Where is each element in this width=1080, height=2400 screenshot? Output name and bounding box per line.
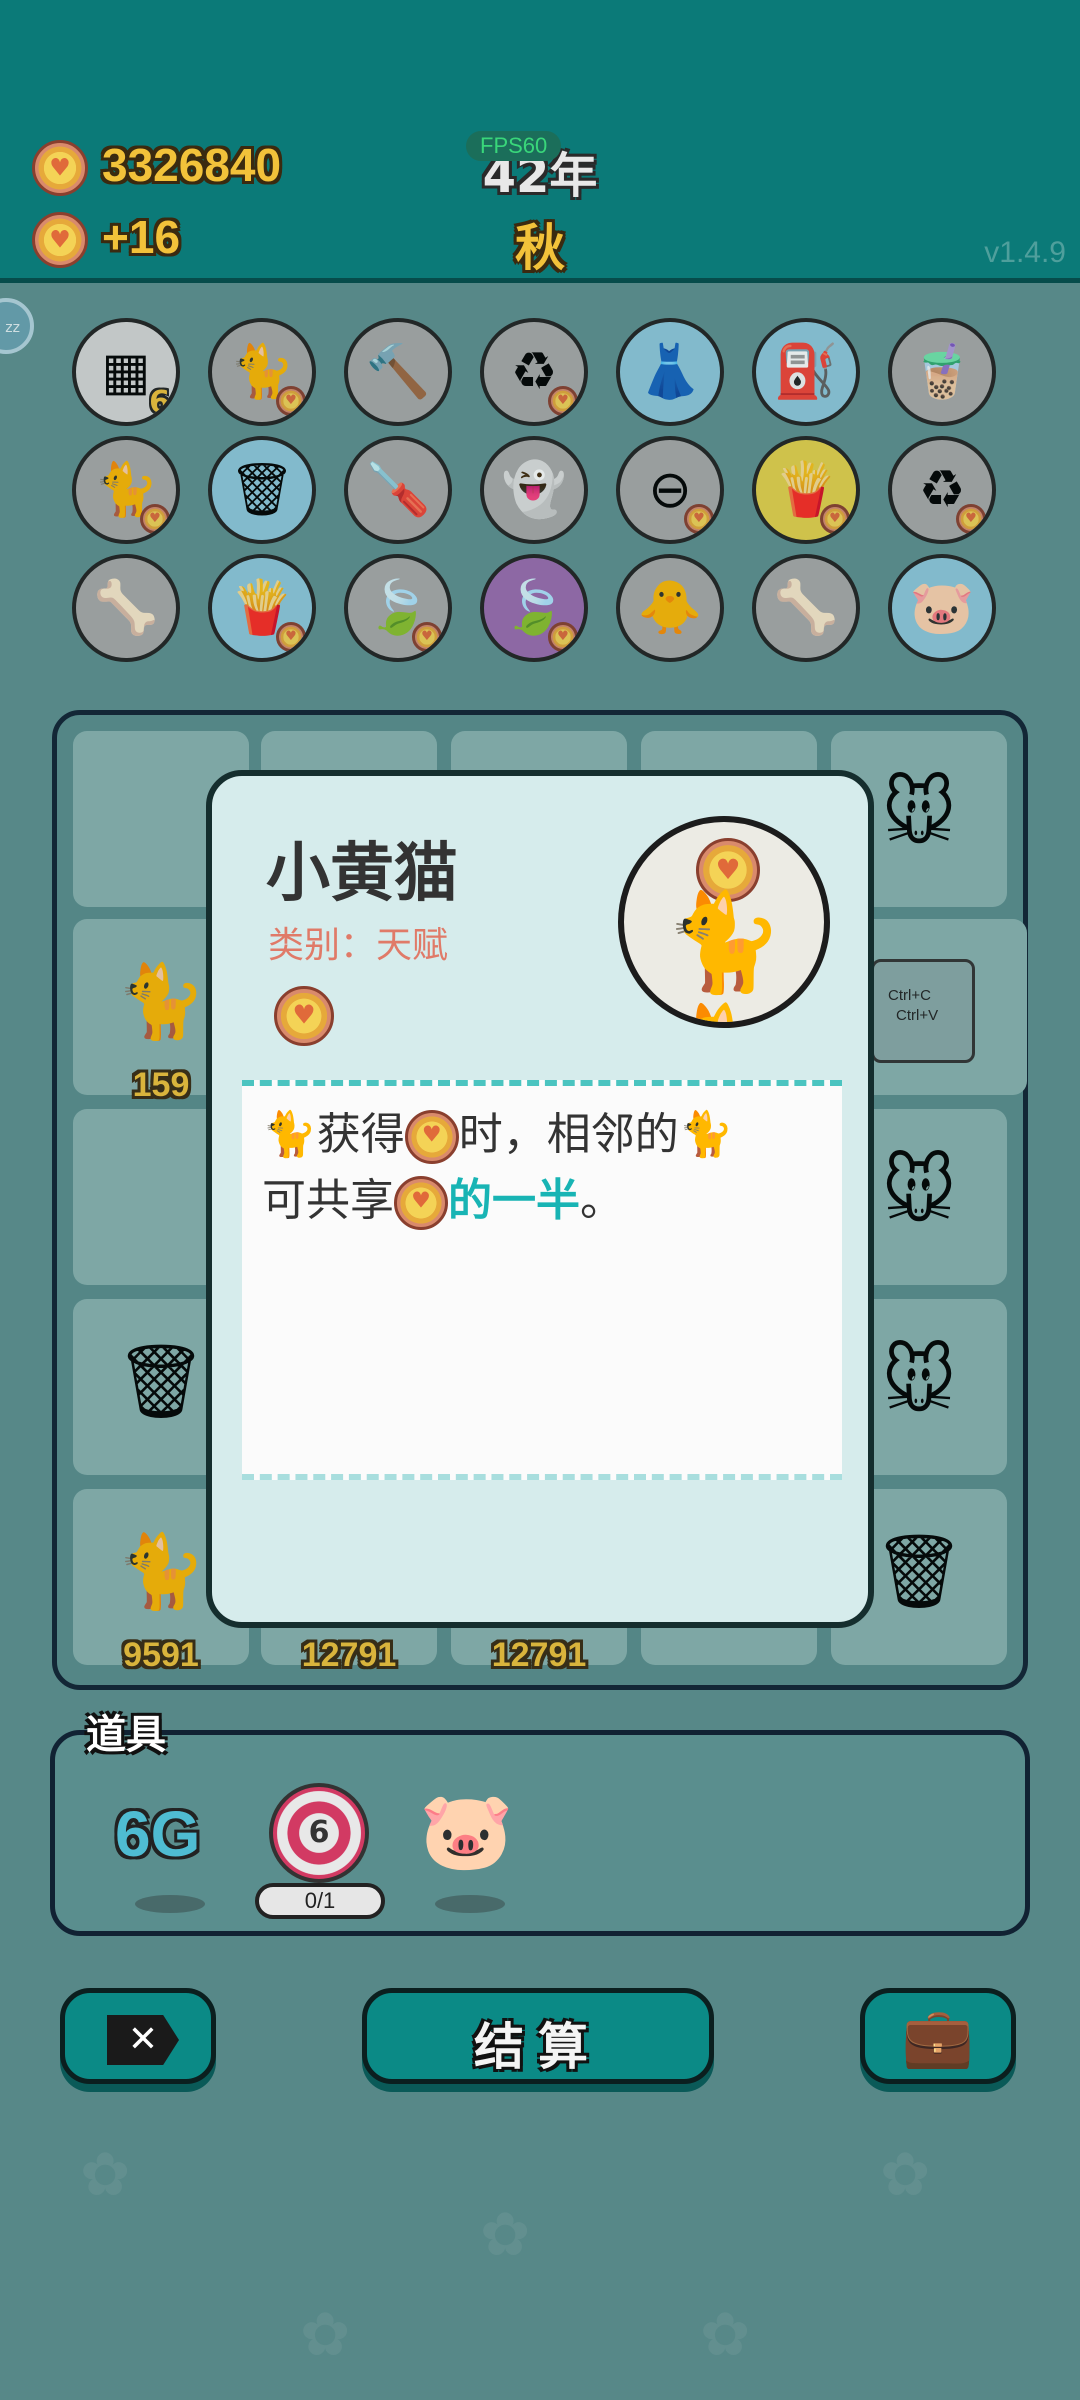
- target-uses: 0/1: [255, 1883, 385, 1919]
- piggy-bank-tool[interactable]: 🐷: [419, 1793, 514, 1869]
- close-icon: ✕: [107, 2015, 179, 2065]
- tool-shadow: [135, 1895, 205, 1913]
- item-category: 类别：天赋: [268, 925, 449, 966]
- briefcase-icon: 💼: [901, 2003, 975, 2071]
- settle-button[interactable]: 结算: [362, 1988, 714, 2084]
- coin-icon: [274, 986, 334, 1046]
- desc-text: 获得: [316, 1109, 405, 1160]
- desc-text: 。: [580, 1175, 624, 1226]
- money-income: +16: [102, 211, 181, 263]
- item-title: 小黄猫: [266, 837, 458, 911]
- coin-icon: [404, 1110, 459, 1164]
- yellow-cat-icon: 🐈: [678, 1109, 734, 1160]
- coin-icon: [32, 212, 88, 268]
- tools-panel: 6G 6 0/1 🐷: [50, 1730, 1030, 1936]
- exit-button[interactable]: ✕: [60, 1988, 216, 2084]
- desc-highlight: 的一半: [448, 1175, 580, 1226]
- season-label: 秋: [515, 219, 565, 277]
- target-value: 6: [308, 1814, 330, 1850]
- desc-text: 时，相邻的: [458, 1109, 679, 1160]
- top-status-bar: 3326840 +16 42年 FPS60 秋 v1.4.9: [0, 0, 1080, 283]
- tool-6g[interactable]: 6G: [115, 1797, 200, 1871]
- yellow-cat-icon: 🐈: [262, 1109, 317, 1160]
- yellow-cats-icon: 🐈🐈: [664, 886, 784, 1022]
- coin-icon: [394, 1176, 448, 1230]
- settle-label: 结算: [474, 2018, 602, 2076]
- inventory-button[interactable]: 💼: [860, 1988, 1016, 2084]
- desc-text: 可共享: [262, 1175, 394, 1226]
- money-total: 3326840: [102, 139, 282, 191]
- version-label: v1.4.9: [984, 236, 1066, 269]
- tool-target[interactable]: 6: [269, 1783, 369, 1883]
- tools-label: 道具: [86, 1712, 166, 1758]
- item-portrait: 🐈🐈: [618, 816, 830, 1028]
- item-info-modal: 小黄猫 类别：天赋 🐈🐈 🐈获得时，相邻的🐈 可共享的一半。: [206, 770, 874, 1628]
- coin-icon: [32, 140, 88, 196]
- fps-counter: FPS60: [466, 131, 562, 161]
- item-description: 🐈获得时，相邻的🐈 可共享的一半。: [242, 1080, 842, 1480]
- tool-shadow: [435, 1895, 505, 1913]
